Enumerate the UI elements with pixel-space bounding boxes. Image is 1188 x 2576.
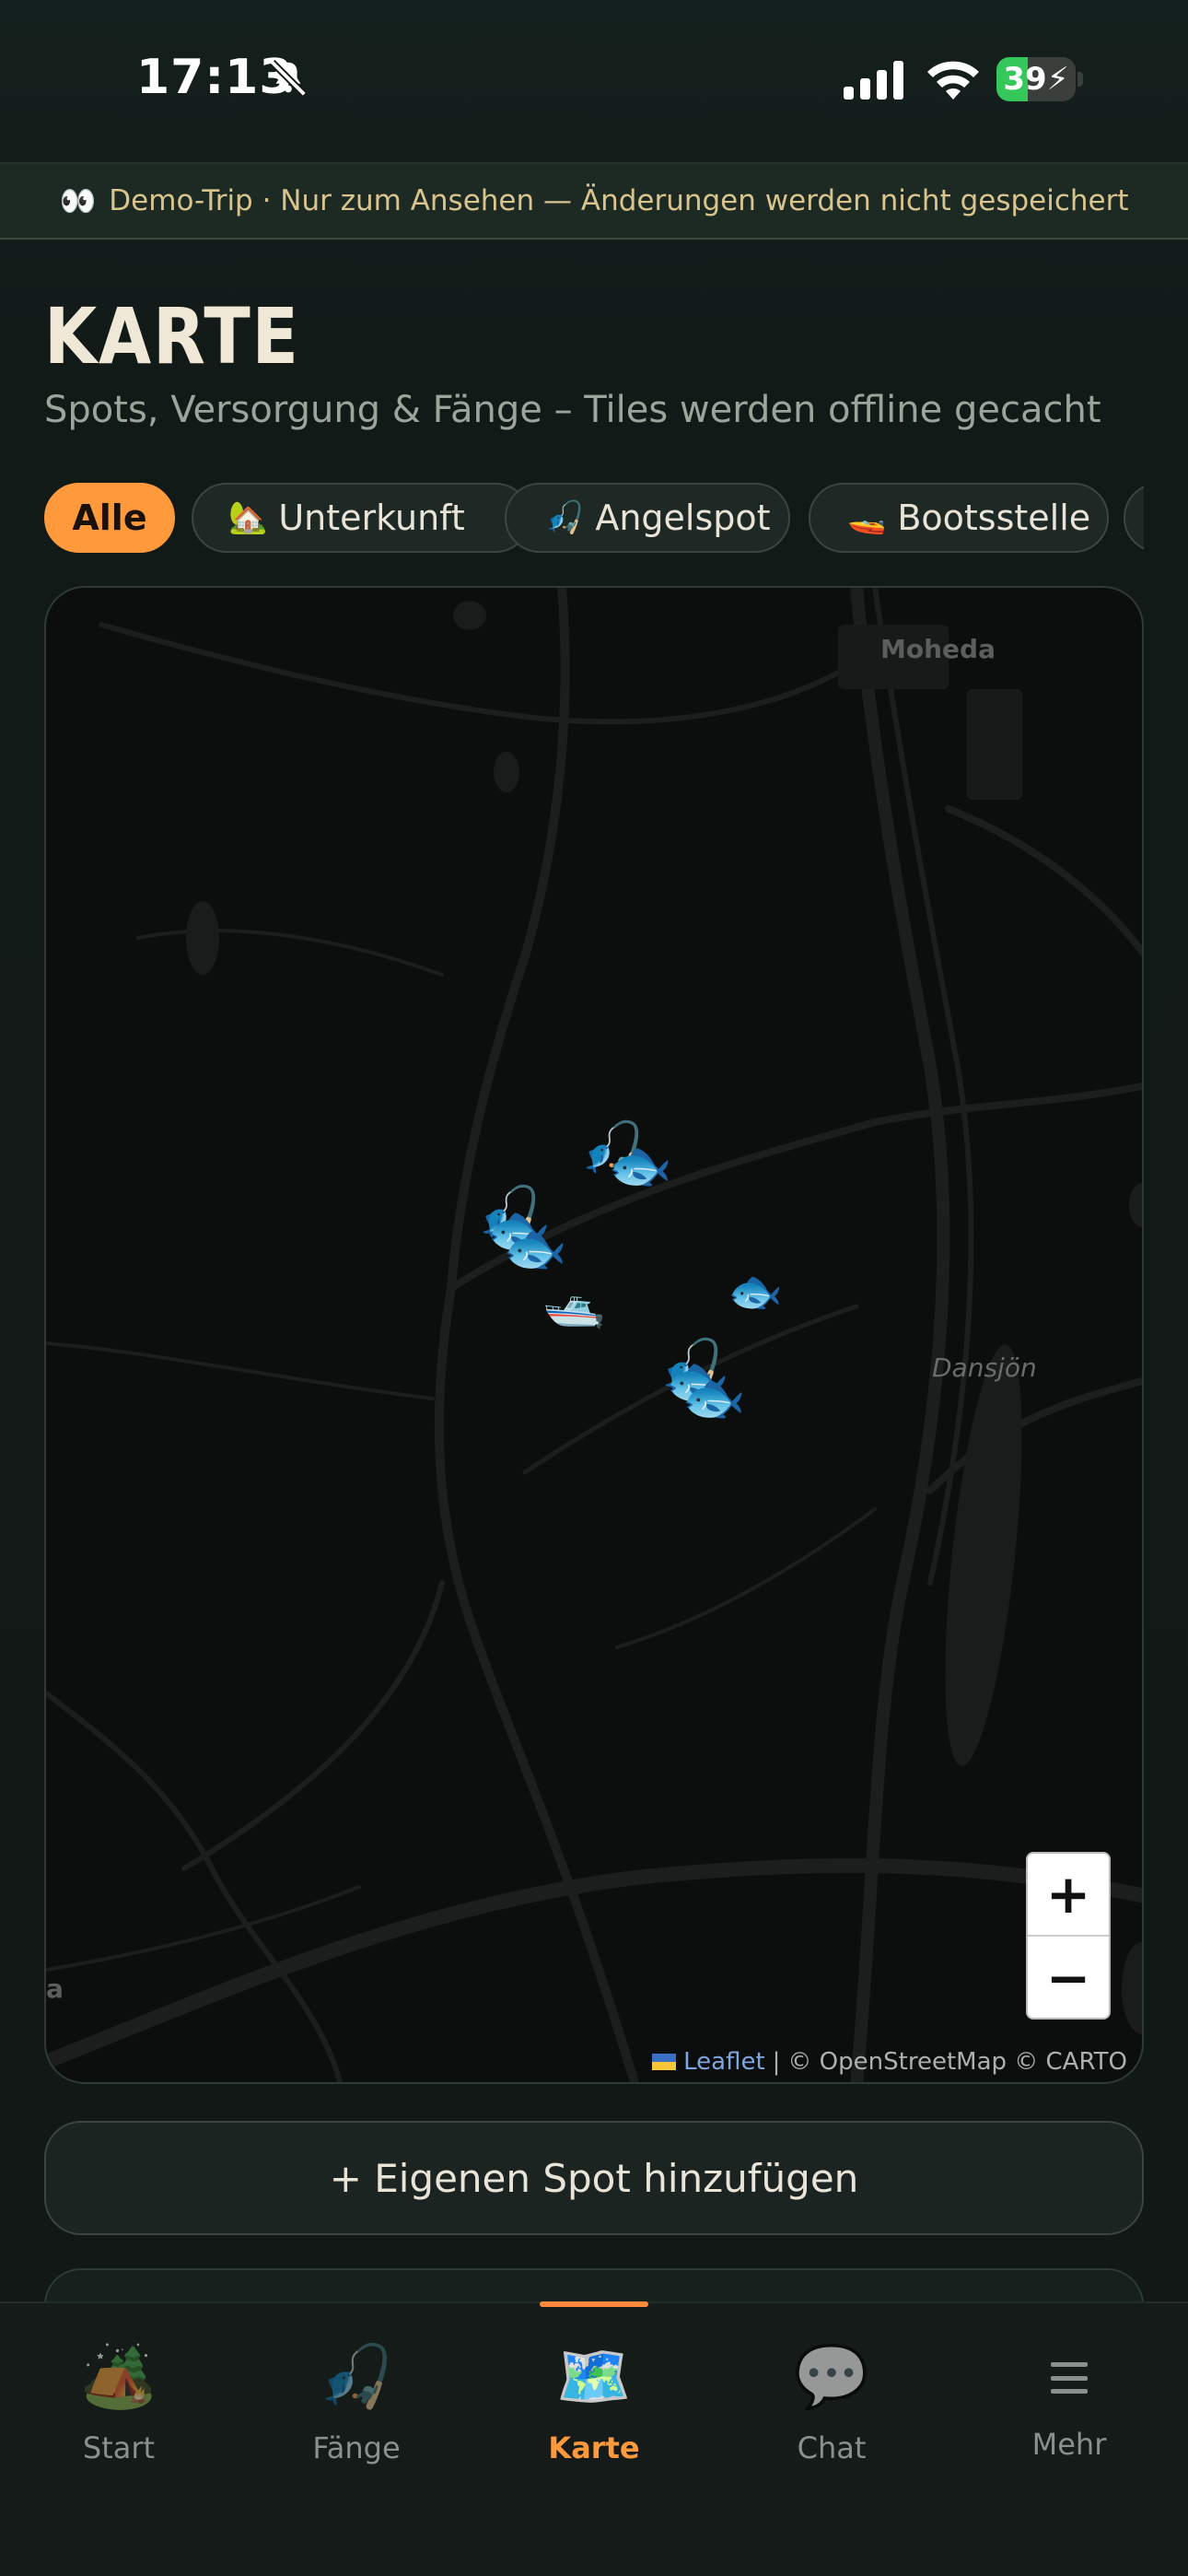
map-icon: 🗺️ (555, 2341, 633, 2412)
map-marker-fish[interactable]: 🐟 (728, 1270, 783, 1314)
map-attribution: Leaflet | © OpenStreetMap © CARTO (652, 2045, 1127, 2078)
tab-label: Fänge (312, 2430, 401, 2465)
battery-percent: 39⚡ (1003, 61, 1069, 98)
fish-marker-icon: 🐟 (728, 1266, 783, 1317)
wifi-icon (927, 61, 979, 100)
demo-banner-text: Demo-Trip · Nur zum Ansehen — Änderungen… (109, 184, 1129, 217)
filter-chips: Alle 🏡 Unterkunft 🎣 Angelspot 🚤 Bootsste… (44, 483, 1144, 555)
fishing-rod-icon: 🎣 (318, 2341, 395, 2412)
boat-marker-icon: 🛥️ (542, 1270, 606, 1330)
zoom-in-button[interactable]: + (1028, 1854, 1109, 1937)
active-tab-indicator (540, 2301, 648, 2307)
tab-label: Karte (548, 2430, 640, 2465)
battery-indicator: 39⚡ (996, 57, 1083, 101)
filter-chip-angelspot[interactable]: 🎣 Angelspot (505, 483, 790, 553)
speech-bubble-icon: 💬 (793, 2341, 870, 2412)
ukraine-flag-icon (652, 2054, 677, 2070)
map-marker-fish[interactable]: 🐟 (608, 1141, 672, 1192)
filter-chip-label: Bootsstelle (897, 498, 1091, 538)
zoom-control: + − (1026, 1852, 1111, 2020)
battery-nub (1077, 72, 1083, 87)
filter-chip-alle[interactable]: Alle (44, 483, 175, 553)
fish-marker-icon: 🐟 (681, 1368, 746, 1428)
status-bar: 17:13 39⚡ (0, 0, 1188, 162)
tab-label: Mehr (1031, 2427, 1107, 2462)
attribution-separator: | (772, 2048, 781, 2076)
tab-faenge[interactable]: 🎣 Fänge (238, 2303, 475, 2488)
bell-muted-icon (270, 60, 307, 97)
tab-karte[interactable]: 🗺️ Karte (475, 2301, 713, 2488)
map-marker-fish[interactable]: 🐟 (681, 1373, 746, 1424)
speedboat-icon: 🚤 (847, 499, 887, 536)
tab-mehr[interactable]: Mehr (950, 2303, 1188, 2488)
hamburger-icon (1051, 2362, 1088, 2394)
map-tiles (46, 588, 1142, 2082)
filter-chip-label: Unterkunft (278, 498, 465, 538)
attribution-text[interactable]: © OpenStreetMap © CARTO (787, 2048, 1127, 2076)
tab-bar: 🏕️ Start 🎣 Fänge 🗺️ Karte 💬 Chat Mehr (0, 2301, 1188, 2576)
map-label-lake: Dansjön (932, 1352, 1037, 1383)
filter-chip-label: Angelspot (595, 498, 771, 538)
screen: 17:13 39⚡ 👀 Demo-Trip · Nur zum Ansehen … (0, 0, 1188, 2576)
house-icon: 🏡 (228, 499, 268, 536)
map-view[interactable]: Moheda Dansjön a 🎣 🐟 🎣 🐟 🐟 🛥️ 🐟 🎣 🐟 🐟 + … (44, 586, 1144, 2084)
demo-banner: 👀 Demo-Trip · Nur zum Ansehen — Änderung… (0, 162, 1188, 240)
tab-label: Chat (797, 2430, 867, 2465)
filter-chip-unterkunft[interactable]: 🏡 Unterkunft (192, 483, 530, 553)
filter-chip-more[interactable] (1124, 483, 1144, 553)
page-title: KARTE (44, 291, 300, 381)
leaflet-link[interactable]: Leaflet (683, 2048, 765, 2076)
map-label-town: Moheda (880, 634, 996, 664)
filter-chip-bootsstelle[interactable]: 🚤 Bootsstelle (809, 483, 1109, 553)
tab-chat[interactable]: 💬 Chat (713, 2303, 950, 2488)
fish-marker-icon: 🐟 (608, 1136, 672, 1196)
map-label-edge: a (46, 1973, 64, 2004)
filter-chip-label: Alle (72, 498, 147, 538)
fishing-rod-icon: 🎣 (545, 499, 585, 536)
map-marker-boat[interactable]: 🛥️ (542, 1275, 606, 1327)
add-spot-button[interactable]: + Eigenen Spot hinzufügen (44, 2121, 1144, 2235)
eyes-icon: 👀 (59, 183, 97, 218)
battery-value: 39 (1003, 61, 1047, 98)
tab-label: Start (82, 2430, 156, 2465)
battery-body: 39⚡ (996, 57, 1076, 101)
page-subtitle: Spots, Versorgung & Fänge – Tiles werden… (44, 389, 1101, 431)
tab-start[interactable]: 🏕️ Start (0, 2303, 238, 2488)
zoom-out-button[interactable]: − (1028, 1937, 1109, 2020)
cellular-signal-icon (844, 61, 903, 100)
map-marker-fish[interactable]: 🐟 (503, 1224, 567, 1275)
tent-icon: 🏕️ (80, 2341, 157, 2412)
